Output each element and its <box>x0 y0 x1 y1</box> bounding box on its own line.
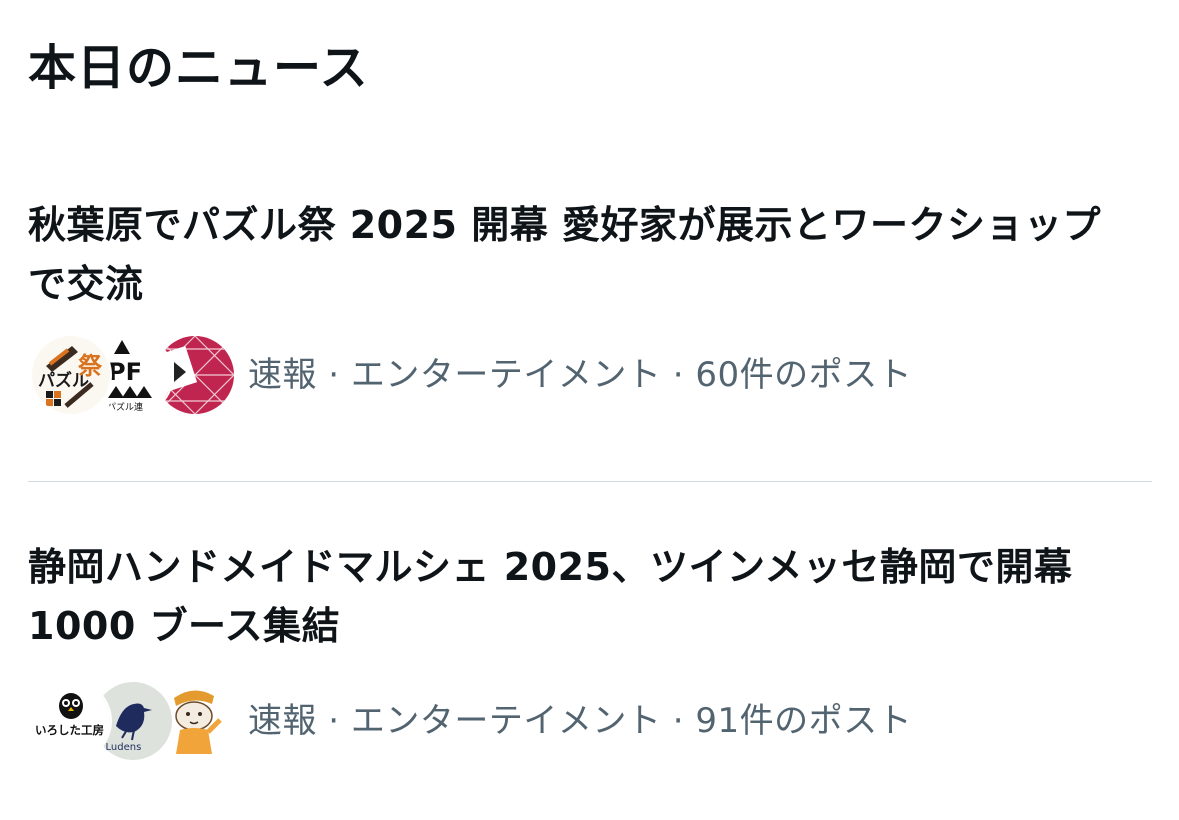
owl-logo-icon: いろした工房 <box>32 682 110 760</box>
news-meta-row: いろした工房 u Ludens 速報 · エンターテイメント · 91件のポスト <box>30 680 912 762</box>
avatar-owl: いろした工房 <box>30 680 112 762</box>
svg-text:本パズル連: 本パズル連 <box>98 401 143 413</box>
avatar-puzzle-fest: パズル 祭 <box>30 334 112 416</box>
section-title: 本日のニュース <box>28 40 369 96</box>
news-meta-row: パズル 祭 PF 本パズル連 速報 · エンターテイメント · 60件のポスト <box>30 334 912 416</box>
puzzle-fest-logo-icon: パズル 祭 <box>32 336 110 414</box>
svg-text:祭: 祭 <box>78 352 103 380</box>
svg-text:いろした工房: いろした工房 <box>35 723 104 737</box>
news-meta: 速報 · エンターテイメント · 91件のポスト <box>248 701 913 741</box>
news-headline[interactable]: 静岡ハンドメイドマルシェ 2025、ツインメッセ静岡で開幕 1000 ブース集結 <box>28 538 1138 656</box>
divider <box>28 481 1152 482</box>
svg-text:PF: PF <box>108 358 142 386</box>
news-item[interactable]: 静岡ハンドメイドマルシェ 2025、ツインメッセ静岡で開幕 1000 ブース集結… <box>28 538 1152 762</box>
news-item[interactable]: 秋葉原でパズル祭 2025 開幕 愛好家が展示とワークショップで交流 パズル 祭 <box>28 196 1152 416</box>
news-meta: 速報 · エンターテイメント · 60件のポスト <box>248 355 913 395</box>
avatar-group: パズル 祭 PF 本パズル連 <box>30 334 236 416</box>
news-headline[interactable]: 秋葉原でパズル祭 2025 開幕 愛好家が展示とワークショップで交流 <box>28 196 1138 314</box>
avatar-group: いろした工房 u Ludens <box>30 680 236 762</box>
